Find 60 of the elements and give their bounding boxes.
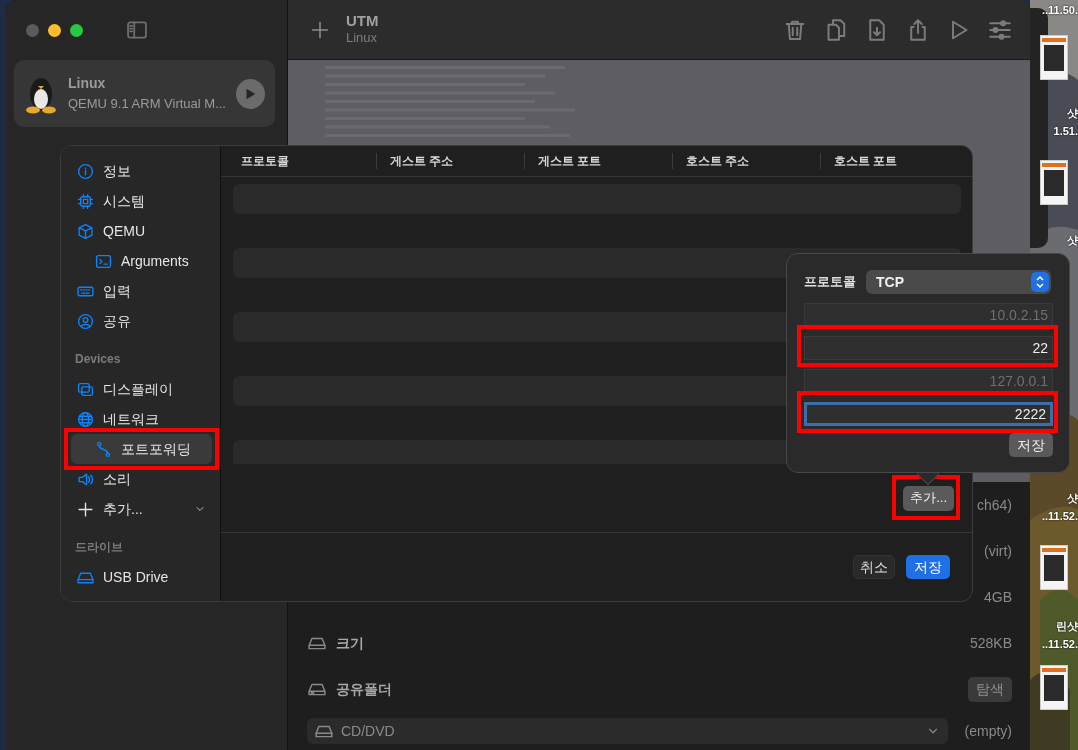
window-subtitle: Linux bbox=[346, 29, 379, 46]
input-field[interactable]: 127.0.0.1 bbox=[804, 369, 1053, 393]
add-button[interactable]: 추가... bbox=[903, 485, 954, 511]
window-title: UTM bbox=[346, 13, 379, 30]
detail-label: 공유폴더 bbox=[336, 679, 392, 699]
sidebar-item[interactable]: Arguments bbox=[71, 246, 212, 276]
settings-icon[interactable] bbox=[988, 17, 1012, 42]
cube-icon bbox=[77, 222, 94, 240]
terminal-icon bbox=[95, 252, 112, 270]
sidebar-item[interactable]: USB Drive bbox=[71, 562, 212, 592]
vm-description: QEMU 9.1 ARM Virtual M... bbox=[68, 95, 226, 114]
sidebar-item[interactable]: 추가... bbox=[71, 494, 212, 524]
column-header: 프로토콜 bbox=[240, 153, 290, 169]
dropdown-label: CD/DVD bbox=[341, 721, 395, 741]
detail-value: 4GB bbox=[984, 587, 1012, 607]
person-icon bbox=[77, 312, 94, 330]
detail-value: (virt) bbox=[984, 541, 1012, 561]
sidebar-toggle-icon[interactable] bbox=[125, 19, 149, 41]
sidebar-item[interactable]: 정보 bbox=[71, 156, 212, 186]
sidebar-item[interactable]: 포트포워딩 bbox=[71, 434, 212, 464]
column-header: 게스트 주소 bbox=[376, 153, 524, 169]
section-header: Devices bbox=[74, 351, 122, 368]
sidebar-item[interactable]: 디스플레이 bbox=[71, 374, 212, 404]
column-header: 호스트 포트 bbox=[820, 153, 968, 169]
detail-value: 528KB bbox=[969, 633, 1012, 653]
sidebar-item[interactable]: 입력 bbox=[71, 276, 212, 306]
input-field[interactable]: 22 bbox=[804, 336, 1053, 360]
input-field[interactable]: 2222 bbox=[804, 402, 1053, 426]
globe-icon bbox=[77, 410, 94, 428]
add-icon[interactable] bbox=[310, 19, 330, 40]
cancel-button[interactable]: 취소 bbox=[853, 555, 895, 579]
info-icon bbox=[77, 162, 94, 180]
column-header: 호스트 주소 bbox=[672, 153, 820, 169]
sidebar-item[interactable]: 소리 bbox=[71, 464, 212, 494]
input-field[interactable]: 10.0.2.15 bbox=[804, 303, 1053, 327]
display-icon bbox=[77, 380, 94, 398]
section-header: 드라이브 bbox=[74, 539, 124, 556]
sidebar-item[interactable]: 네트워크 bbox=[71, 404, 212, 434]
sidebar-item[interactable]: QEMU bbox=[71, 216, 212, 246]
sidebar-item[interactable]: 시스템 bbox=[71, 186, 212, 216]
detail-value: ch64) bbox=[976, 495, 1012, 515]
play-button[interactable] bbox=[235, 78, 265, 109]
save-button[interactable]: 저장 bbox=[906, 555, 950, 579]
close-button[interactable] bbox=[26, 23, 39, 37]
chip-icon bbox=[77, 192, 94, 210]
detail-value: (empty) bbox=[964, 721, 1012, 741]
minimize-button[interactable] bbox=[48, 23, 61, 37]
protocol-select[interactable]: TCP bbox=[866, 270, 1051, 294]
detail-label: 크기 bbox=[336, 633, 364, 653]
field-label: 프로토콜 bbox=[804, 273, 856, 292]
route-icon bbox=[95, 440, 112, 458]
vm-name: Linux bbox=[68, 74, 107, 94]
vm-list-item[interactable]: Linux QEMU 9.1 ARM Virtual M... bbox=[14, 60, 275, 127]
plus-icon bbox=[77, 500, 94, 518]
zoom-button[interactable] bbox=[70, 23, 83, 37]
column-header: 게스트 포트 bbox=[524, 153, 672, 169]
drive-dropdown[interactable]: CD/DVD bbox=[307, 718, 948, 744]
sidebar-item[interactable]: 공유 bbox=[71, 306, 212, 336]
browse-button[interactable]: 탐색 bbox=[968, 676, 1012, 702]
speaker-icon bbox=[77, 470, 94, 488]
